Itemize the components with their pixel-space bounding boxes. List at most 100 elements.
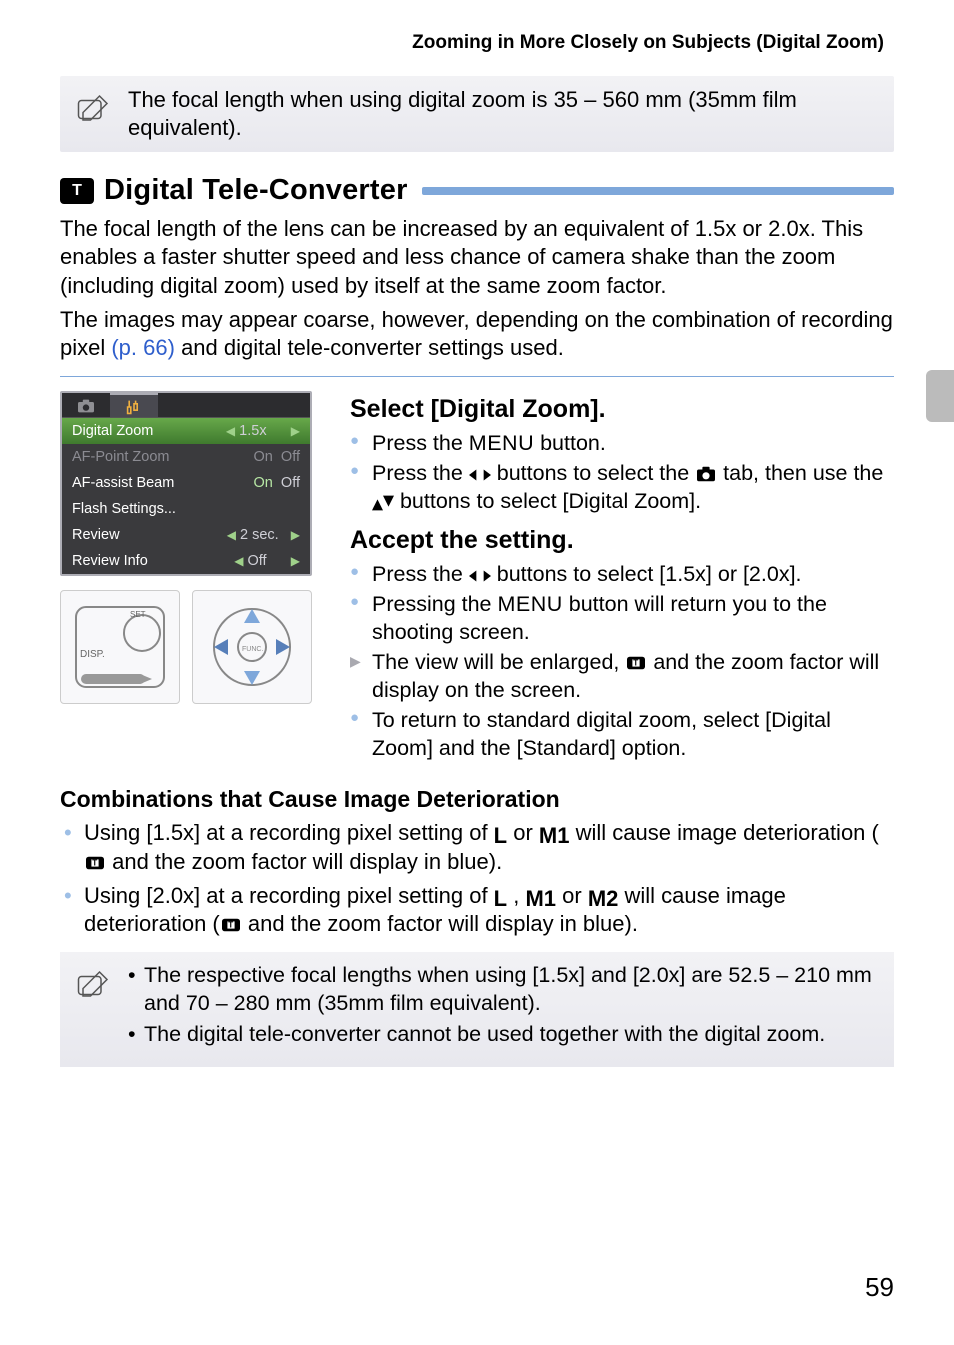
step-2-bullet-2: Pressing the MENU button will return you…: [350, 591, 894, 647]
text: buttons to select [1.5x] or [2.0x].: [491, 562, 802, 586]
tele-converter-icon: T: [60, 178, 94, 204]
menu-row-reviewinfo: Review Info ◀ Off ▶: [62, 548, 310, 574]
menu-row-flash: Flash Settings...: [62, 496, 310, 522]
text: Press the: [372, 562, 469, 586]
tele-indicator-icon: T: [220, 916, 242, 934]
step-1-bullet-1: Press the MENU button.: [350, 430, 894, 458]
menu-value-on: On: [254, 449, 273, 465]
dpad-diagram: FUNC.: [192, 590, 312, 704]
intro-p2b: and digital tele-converter settings used…: [175, 335, 564, 360]
menu-button-label: MENU: [469, 431, 534, 455]
text: tab, then use the: [717, 461, 883, 485]
text: and the zoom factor will display in blue…: [242, 911, 638, 936]
left-column: Digital Zoom ◀ 1.5x ▶ AF-Point Zoom On O…: [60, 391, 324, 772]
menu-tab-camera: [62, 393, 110, 417]
menu-row-digital-zoom: Digital Zoom ◀ 1.5x ▶: [62, 418, 310, 444]
size-L-icon: L: [494, 825, 507, 847]
menu-row-afpoint: AF-Point Zoom On Off: [62, 444, 310, 470]
left-arrow-icon: ◀: [227, 528, 236, 542]
right-arrow-icon: ▶: [291, 528, 300, 542]
left-arrow-icon: ◀: [226, 424, 235, 438]
text: button.: [534, 431, 606, 455]
svg-text:T: T: [634, 658, 639, 667]
text: buttons to select the: [491, 461, 695, 485]
page-number: 59: [865, 1272, 894, 1303]
note-box: The focal length when using digital zoom…: [60, 76, 894, 152]
svg-text:T: T: [92, 858, 97, 867]
menu-row-afassist: AF-assist Beam On Off: [62, 470, 310, 496]
left-right-arrows-icon: [469, 467, 491, 483]
menu-value-off: Off: [281, 475, 300, 491]
pencil-note-icon: [74, 966, 114, 1007]
step-2-bullet-3: The view will be enlarged, T and the zoo…: [350, 649, 894, 705]
menu-label: AF-assist Beam: [72, 475, 174, 491]
size-M2-icon: M2: [588, 888, 619, 910]
section-title: Digital Tele-Converter: [104, 174, 408, 207]
menu-value: 2 sec.: [240, 527, 279, 543]
combinations-heading: Combinations that Cause Image Deteriorat…: [60, 786, 894, 813]
menu-label: Digital Zoom: [72, 423, 153, 439]
menu-label: AF-Point Zoom: [72, 449, 170, 465]
left-right-arrows-icon: [469, 568, 491, 584]
menu-button-label: MENU: [497, 592, 562, 616]
note-text: The focal length when using digital zoom…: [114, 86, 880, 142]
step-2-bullet-1: Press the buttons to select [1.5x] or [2…: [350, 561, 894, 589]
camera-back-diagram: DISP. SET: [60, 590, 180, 704]
diagram-row: DISP. SET FUNC.: [60, 590, 324, 704]
left-arrow-icon: ◀: [234, 554, 243, 568]
text: The view will be enlarged,: [372, 650, 625, 674]
page-reference-link[interactable]: (p. 66): [111, 335, 175, 360]
text: or: [556, 883, 588, 908]
menu-value: 1.5x: [239, 423, 266, 439]
text: ,: [507, 883, 525, 908]
size-M1-icon: M1: [525, 888, 556, 910]
menu-label: Review: [72, 527, 120, 543]
step-1-title: Select [Digital Zoom].: [350, 395, 606, 423]
note-box-2: The respective focal lengths when using …: [60, 952, 894, 1067]
section-divider: [60, 376, 894, 377]
svg-text:DISP.: DISP.: [80, 649, 105, 660]
menu-value: Off: [248, 553, 267, 569]
note2-item-2: The digital tele-converter cannot be use…: [128, 1021, 880, 1049]
camera-menu-panel: Digital Zoom ◀ 1.5x ▶ AF-Point Zoom On O…: [60, 391, 312, 576]
combinations-list: Using [1.5x] at a recording pixel settin…: [60, 819, 894, 938]
size-M1-icon: M1: [539, 825, 570, 847]
text: or: [507, 820, 539, 845]
text: Using [2.0x] at a recording pixel settin…: [84, 883, 494, 908]
text: Using [1.5x] at a recording pixel settin…: [84, 820, 494, 845]
note2-list: The respective focal lengths when using …: [114, 962, 880, 1053]
tele-indicator-icon: T: [84, 854, 106, 872]
text: Pressing the: [372, 592, 497, 616]
page-header-title: Zooming in More Closely on Subjects (Dig…: [60, 32, 884, 54]
svg-text:FUNC.: FUNC.: [242, 646, 263, 653]
menu-value-off: Off: [281, 449, 300, 465]
note2-item-1: The respective focal lengths when using …: [128, 962, 880, 1017]
intro-paragraph-1: The focal length of the lens can be incr…: [60, 215, 894, 299]
right-arrow-icon: ▶: [291, 424, 300, 438]
tele-indicator-icon: T: [625, 654, 647, 672]
svg-text:T: T: [228, 921, 233, 930]
text: Press the: [372, 431, 469, 455]
text: will cause image deterioration (: [569, 820, 878, 845]
menu-label: Review Info: [72, 553, 148, 569]
combination-item-2: Using [2.0x] at a recording pixel settin…: [60, 882, 894, 938]
step-2-bullet-4: To return to standard digital zoom, sele…: [350, 707, 894, 763]
step-1-heading: 1 Select [Digital Zoom].: [350, 395, 894, 424]
combination-item-1: Using [1.5x] at a recording pixel settin…: [60, 819, 894, 875]
menu-label: Flash Settings...: [72, 501, 176, 517]
heading-rule: [422, 187, 894, 195]
text: and the zoom factor will display in blue…: [106, 849, 502, 874]
step-1-bullets: Press the MENU button. Press the buttons…: [350, 430, 894, 516]
right-column: 1 Select [Digital Zoom]. Press the MENU …: [350, 391, 894, 772]
menu-row-review: Review ◀ 2 sec. ▶: [62, 522, 310, 548]
steps-area: Digital Zoom ◀ 1.5x ▶ AF-Point Zoom On O…: [60, 391, 894, 772]
size-L-icon: L: [494, 888, 507, 910]
up-down-arrows-icon: [372, 495, 394, 511]
menu-value-on: On: [254, 475, 273, 491]
intro-paragraph-2: The images may appear coarse, however, d…: [60, 306, 894, 362]
step-2-bullets: Press the buttons to select [1.5x] or [2…: [350, 561, 894, 763]
step-2-title: Accept the setting.: [350, 526, 574, 554]
section-heading: T Digital Tele-Converter: [60, 174, 894, 207]
step-1-bullet-2: Press the buttons to select the tab, the…: [350, 460, 894, 516]
side-tab: [926, 370, 954, 422]
